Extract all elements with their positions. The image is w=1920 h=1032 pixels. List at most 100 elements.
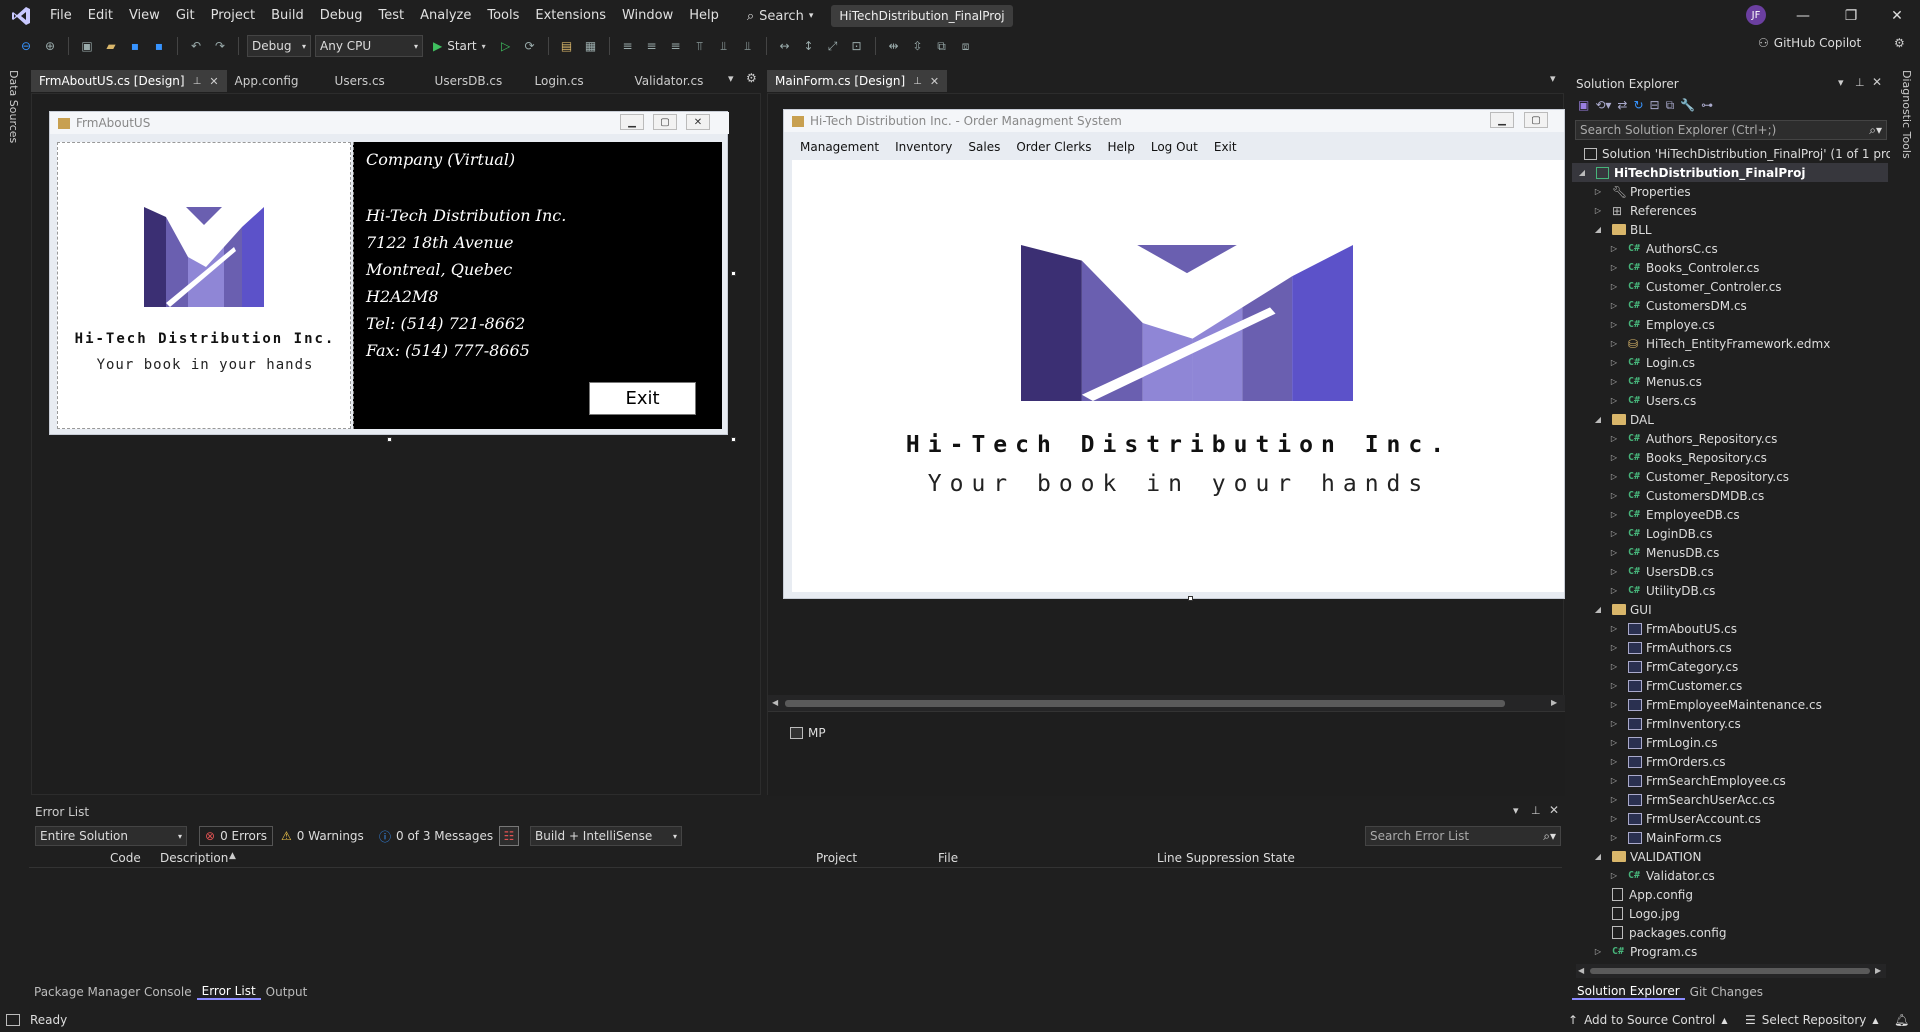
avatar[interactable]: JF	[1746, 5, 1766, 25]
menu-analyze[interactable]: Analyze	[412, 0, 479, 32]
scrollbar-thumb[interactable]	[1590, 968, 1870, 974]
properties-icon[interactable]: 🔧	[1680, 98, 1695, 113]
pin-icon[interactable]: ⊥	[193, 76, 202, 87]
expand-right-icon[interactable]: ▷	[1608, 757, 1620, 766]
tree-item[interactable]: ▷ MainForm.cs	[1608, 828, 1722, 847]
settings-icon[interactable]: ⚙	[746, 71, 757, 85]
tree-item[interactable]: ▷ C# CustomersDM.cs	[1608, 296, 1747, 315]
column-line[interactable]: Line	[1157, 851, 1182, 865]
expand-right-icon[interactable]: ▷	[1608, 776, 1620, 785]
search-box[interactable]: ⌕ Search ▾	[741, 9, 819, 24]
github-copilot-button[interactable]: ⚇ GitHub Copilot	[1758, 36, 1861, 50]
hot-reload-icon[interactable]: ⟳	[520, 36, 540, 56]
scroll-right-icon[interactable]: ▶	[1875, 966, 1881, 975]
open-folder-icon[interactable]: ▰	[101, 36, 121, 56]
tab-app-config[interactable]: App.config	[227, 70, 327, 92]
forward-icon[interactable]: ⊕	[40, 36, 60, 56]
menu-window[interactable]: Window	[614, 0, 681, 32]
panel-dropdown-icon[interactable]: ▾	[1513, 804, 1519, 817]
tree-item[interactable]: packages.config	[1592, 923, 1726, 942]
tree-item[interactable]: ◢ GUI	[1592, 600, 1652, 619]
tree-item[interactable]: ▷ ⊞ References	[1592, 201, 1697, 220]
tree-item[interactable]: ▷ C# Validator.cs	[1608, 866, 1715, 885]
horizontal-spacing-icon[interactable]: ⇹	[884, 36, 904, 56]
column-file[interactable]: File	[938, 851, 958, 865]
bottom-tab-package-manager-console[interactable]: Package Manager Console	[29, 985, 197, 999]
pin-icon[interactable]: ⊥	[913, 76, 922, 87]
bottom-tab-solution-explorer[interactable]: Solution Explorer	[1572, 984, 1685, 1000]
refresh-icon[interactable]: ↻	[1633, 98, 1643, 113]
start-button[interactable]: ▶ Start ▾	[427, 39, 492, 53]
expand-right-icon[interactable]: ▷	[1608, 643, 1620, 652]
build-filter-dropdown[interactable]: Build + IntelliSense ▾	[530, 826, 682, 846]
tree-item[interactable]: ▷ ⛁ HiTech_EntityFramework.edmx	[1608, 334, 1830, 353]
sync-icon[interactable]: ⇄	[1617, 98, 1627, 113]
undo-icon[interactable]: ↶	[186, 36, 206, 56]
menu-extensions[interactable]: Extensions	[527, 0, 614, 32]
tree-item[interactable]: ▷ C# Customer_Repository.cs	[1608, 467, 1789, 486]
filter-toggle-icon[interactable]: ☷	[499, 826, 519, 846]
exit-button[interactable]: Exit	[589, 382, 696, 415]
minimize-icon[interactable]: ▁	[1490, 112, 1514, 128]
error-list-search-input[interactable]: Search Error List ⌕▾	[1365, 826, 1561, 846]
expand-down-icon[interactable]: ◢	[1576, 168, 1588, 177]
tree-item[interactable]: ▷ C# Books_Controler.cs	[1608, 258, 1759, 277]
tree-item[interactable]: ▷ C# EmployeeDB.cs	[1608, 505, 1740, 524]
maximize-icon[interactable]: ▢	[1524, 112, 1548, 128]
send-to-back-icon[interactable]: ⧈	[956, 36, 976, 56]
align-center-icon[interactable]: ≡	[642, 36, 662, 56]
notifications-icon[interactable]: 🔔︎	[1894, 1013, 1909, 1027]
align-bottom-icon[interactable]: ⫫	[738, 36, 758, 56]
solution-explorer-search-input[interactable]: Search Solution Explorer (Ctrl+;) ⌕▾	[1575, 120, 1887, 140]
pin-icon[interactable]: ⊥	[1855, 76, 1865, 89]
resize-handle[interactable]	[387, 437, 392, 442]
switch-views-icon[interactable]: ▣	[1578, 98, 1589, 113]
tree-item[interactable]: ▷ FrmSearchUserAcc.cs	[1608, 790, 1775, 809]
mainform-menu-help[interactable]: Help	[1100, 140, 1143, 154]
start-without-debugging-icon[interactable]: ▷	[496, 36, 516, 56]
close-icon[interactable]: ✕	[209, 75, 218, 88]
tree-item[interactable]: ▷ FrmAuthors.cs	[1608, 638, 1732, 657]
expand-right-icon[interactable]: ▷	[1608, 510, 1620, 519]
tree-item[interactable]: ▷ C# Employe.cs	[1608, 315, 1715, 334]
tab-login-cs[interactable]: Login.cs	[527, 70, 627, 92]
size-to-grid-icon[interactable]: ⊡	[847, 36, 867, 56]
column-code[interactable]: Code	[110, 851, 141, 865]
solution-node[interactable]: Solution 'HiTechDistribution_FinalProj' …	[1584, 144, 1890, 163]
expand-right-icon[interactable]: ▷	[1608, 719, 1620, 728]
tree-item[interactable]: Logo.jpg	[1592, 904, 1680, 923]
tree-item[interactable]: ▷ FrmSearchEmployee.cs	[1608, 771, 1786, 790]
tab-frmaboutus-cs-design-[interactable]: FrmAboutUS.cs [Design] ⊥ ✕	[31, 70, 227, 92]
scrollbar-thumb[interactable]	[785, 700, 1505, 707]
settings-icon[interactable]: ⚙	[1894, 36, 1905, 50]
tree-item[interactable]: ▷ 🔧︎ Properties	[1592, 182, 1691, 201]
configuration-dropdown[interactable]: Debug ▾	[247, 35, 311, 57]
tree-item[interactable]: ▷ C# Login.cs	[1608, 353, 1695, 372]
expand-down-icon[interactable]: ◢	[1592, 852, 1604, 861]
vertical-spacing-icon[interactable]: ⇳	[908, 36, 928, 56]
mainform-menu-exit[interactable]: Exit	[1206, 140, 1245, 154]
expand-right-icon[interactable]: ▷	[1608, 282, 1620, 291]
add-to-source-control-button[interactable]: ↑ Add to Source Control ▲	[1568, 1013, 1728, 1027]
expand-right-icon[interactable]: ▷	[1608, 548, 1620, 557]
menu-tools[interactable]: Tools	[479, 0, 527, 32]
mainform-menu-inventory[interactable]: Inventory	[887, 140, 960, 154]
menu-view[interactable]: View	[121, 0, 168, 32]
show-all-files-icon[interactable]: ⧉	[1666, 98, 1675, 113]
preview-icon[interactable]: ⊶	[1701, 98, 1713, 113]
expand-right-icon[interactable]: ▷	[1608, 358, 1620, 367]
collapse-all-icon[interactable]: ⊟	[1650, 98, 1660, 113]
expand-right-icon[interactable]: ▷	[1608, 586, 1620, 595]
menu-file[interactable]: File	[42, 0, 80, 32]
menu-project[interactable]: Project	[203, 0, 263, 32]
expand-right-icon[interactable]: ▷	[1608, 301, 1620, 310]
panel-dropdown-icon[interactable]: ▾	[1838, 76, 1844, 89]
redo-icon[interactable]: ↷	[210, 36, 230, 56]
tray-menustrip-item[interactable]: MP	[790, 726, 826, 740]
save-all-icon[interactable]: ▪	[149, 36, 169, 56]
restore-window-button[interactable]: ❐	[1828, 0, 1874, 32]
tree-item[interactable]: ▷ FrmEmployeeMaintenance.cs	[1608, 695, 1822, 714]
expand-right-icon[interactable]: ▷	[1608, 567, 1620, 576]
tree-item[interactable]: ▷ FrmCustomer.cs	[1608, 676, 1742, 695]
expand-down-icon[interactable]: ◢	[1592, 605, 1604, 614]
